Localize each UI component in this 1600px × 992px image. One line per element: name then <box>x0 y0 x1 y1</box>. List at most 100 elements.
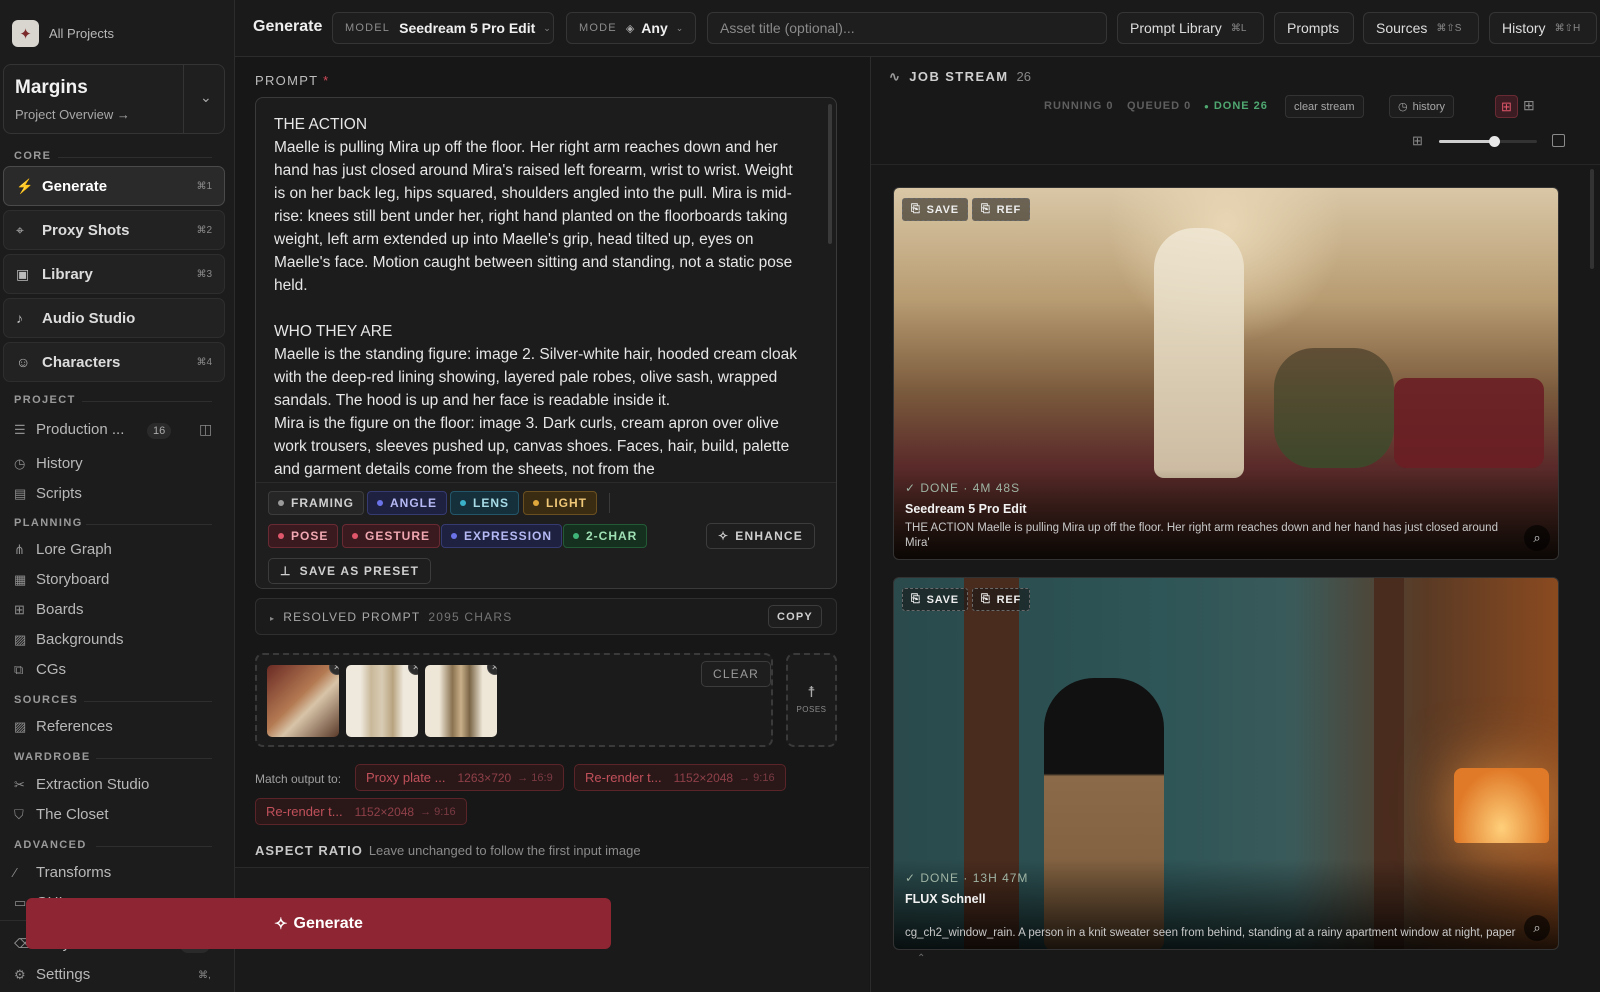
reference-thumbnail[interactable]: ✕ <box>346 665 418 737</box>
tag-pose[interactable]: POSE <box>268 524 339 548</box>
sidebar-item-proxy-shots[interactable]: ⌖ Proxy Shots ⌘2 <box>3 210 225 250</box>
zoom-slider-handle[interactable] <box>1489 136 1500 147</box>
match-chip[interactable]: Re-render t... 1152×2048 → 9:16 <box>574 764 786 791</box>
sidebar: ✦ All Projects Margins Project Overview … <box>0 0 235 992</box>
sidebar-item-transforms[interactable]: ⁄ Transforms <box>14 864 111 881</box>
save-as-preset-button[interactable]: ⊥ SAVE AS PRESET <box>268 558 432 584</box>
sidebar-item-the-closet[interactable]: ⛉ The Closet <box>14 806 109 823</box>
all-projects-link[interactable]: ✦ All Projects <box>12 20 114 47</box>
history-button[interactable]: ◷ history <box>1389 95 1455 118</box>
prompt-scrollbar[interactable] <box>828 104 832 244</box>
model-select[interactable]: MODEL Seedream 5 Pro Edit ⌄ <box>332 12 554 44</box>
bookmark-icon: ⎘ <box>911 593 921 605</box>
tag-2-char[interactable]: 2-CHAR <box>563 524 648 548</box>
sidebar-item-label: Boards <box>36 601 84 618</box>
sidebar-item-characters[interactable]: ☺ Characters ⌘4 <box>3 342 225 382</box>
tag-framing[interactable]: FRAMING <box>268 491 364 515</box>
sidebar-item-scripts[interactable]: ▤ Scripts <box>14 485 82 502</box>
reference-images-dropzone[interactable]: ✕ ✕ ✕ CLEAR <box>255 653 773 747</box>
sidebar-item-library[interactable]: ▣ Library ⌘3 <box>3 254 225 294</box>
mode-select[interactable]: MODE ◈ Any ⌄ <box>566 12 696 44</box>
history-button[interactable]: History ⌘⇧H <box>1489 12 1597 44</box>
match-chip[interactable]: Re-render t... 1152×2048 → 9:16 <box>255 798 467 825</box>
resolved-chars: 2095 CHARS <box>428 610 513 624</box>
reference-thumbnail[interactable]: ✕ <box>425 665 497 737</box>
sidebar-item-extraction-studio[interactable]: ✂ Extraction Studio <box>14 776 149 793</box>
sidebar-item-production[interactable]: ☰ Production ... <box>14 421 124 438</box>
prompt-editor[interactable]: THE ACTION Maelle is pulling Mira up off… <box>255 97 837 589</box>
project-card[interactable]: Margins Project Overview → ⌄ <box>3 64 225 134</box>
save-button[interactable]: ⎘ SAVE <box>902 588 968 611</box>
sidebar-item-history[interactable]: ◷ History <box>14 455 83 472</box>
close-icon[interactable]: ✕ <box>408 665 418 675</box>
sidebar-item-label: Library <box>42 265 93 283</box>
save-preset-label: SAVE AS PRESET <box>299 564 420 578</box>
close-icon[interactable]: ✕ <box>487 665 497 675</box>
clear-stream-button[interactable]: clear stream <box>1285 95 1364 118</box>
tag-lens[interactable]: LENS <box>450 491 520 515</box>
tag-angle[interactable]: ANGLE <box>367 491 447 515</box>
single-view-icon[interactable] <box>1552 134 1565 147</box>
sidebar-item-lore-graph[interactable]: ⋔ Lore Graph <box>14 541 112 558</box>
save-button[interactable]: ⎘ SAVE <box>902 198 968 221</box>
sidebar-item-label: Backgrounds <box>36 631 124 648</box>
sidebar-item-backgrounds[interactable]: ▨ Backgrounds <box>14 631 124 648</box>
search-icon[interactable]: ⌕ <box>1524 525 1550 551</box>
job-card[interactable]: ⎘ SAVE ⎘ REF ✓ DONE · 13H 47M FLUX Schnell… <box>893 577 1559 950</box>
sidebar-item-references[interactable]: ▨ References <box>14 718 113 735</box>
job-stream-header: ∿ JOB STREAM 26 <box>889 69 1031 85</box>
chip-name: Re-render t... <box>266 804 343 819</box>
ref-button[interactable]: ⎘ REF <box>972 588 1031 611</box>
activity-icon: ∿ <box>889 69 902 84</box>
diamond-icon: ◈ <box>625 22 635 35</box>
zoom-slider[interactable] <box>1439 136 1537 147</box>
chevron-down-icon[interactable]: ⌄ <box>200 89 212 106</box>
match-chip[interactable]: Proxy plate ... 1263×720 → 16:9 <box>355 764 564 791</box>
sidebar-item-audio-studio[interactable]: ♪ Audio Studio <box>3 298 225 338</box>
reference-thumbnail[interactable]: ✕ <box>267 665 339 737</box>
project-overview-link[interactable]: Project Overview → <box>15 107 130 122</box>
generate-button[interactable]: ✧ Generate <box>26 898 611 949</box>
aspect-ratio-hint: Leave unchanged to follow the first inpu… <box>368 843 641 858</box>
tag-expression[interactable]: EXPRESSION <box>441 524 563 548</box>
chevron-up-icon[interactable]: ⌃ <box>917 953 925 964</box>
panel-toggle-icon[interactable]: ◫ <box>199 421 212 438</box>
asset-title-input[interactable]: Asset title (optional)... <box>707 12 1107 44</box>
sidebar-item-generate[interactable]: ⚡ Generate ⌘1 <box>3 166 225 206</box>
divider <box>84 701 212 702</box>
section-core: CORE <box>14 150 52 162</box>
ref-label: REF <box>996 593 1022 606</box>
job-stream-title: JOB STREAM <box>909 69 1009 84</box>
film-icon: ▦ <box>14 571 27 587</box>
sidebar-item-label: Proxy Shots <box>42 221 130 239</box>
poses-button[interactable]: ☨ POSES <box>786 653 837 747</box>
close-icon[interactable]: ✕ <box>329 665 339 675</box>
enhance-button[interactable]: ✧ ENHANCE <box>706 523 816 549</box>
sidebar-item-label: References <box>36 718 113 735</box>
copy-button[interactable]: COPY <box>768 605 822 628</box>
grid-icon: ⊞ <box>14 601 25 617</box>
sidebar-item-cgs[interactable]: ⧉ CGs <box>14 661 66 678</box>
tag-dot <box>460 500 466 506</box>
tag-gesture[interactable]: GESTURE <box>342 524 441 548</box>
job-card[interactable]: ⎘ SAVE ⎘ REF ✓ DONE · 4M 48S Seedream 5 Pr… <box>893 187 1559 560</box>
sources-button[interactable]: Sources ⌘⇧S <box>1363 12 1479 44</box>
tag-light[interactable]: LIGHT <box>523 491 597 515</box>
stream-scrollbar[interactable] <box>1590 169 1594 269</box>
production-count-badge: 16 <box>147 423 172 439</box>
section-wardrobe: WARDROBE <box>14 751 91 763</box>
prompt-textarea[interactable]: THE ACTION Maelle is pulling Mira up off… <box>274 113 799 481</box>
clear-references-button[interactable]: CLEAR <box>701 661 772 687</box>
prompts-button[interactable]: Prompts <box>1274 12 1354 44</box>
prompt-library-button[interactable]: Prompt Library ⌘L <box>1117 12 1264 44</box>
tag-dot <box>533 500 539 506</box>
grid-view-small-icon[interactable]: ⊞ <box>1523 97 1535 114</box>
grid-view-large-icon[interactable]: ⊞ <box>1495 95 1518 118</box>
search-icon[interactable]: ⌕ <box>1524 915 1550 941</box>
sidebar-item-storyboard[interactable]: ▦ Storyboard <box>14 571 109 588</box>
ref-button[interactable]: ⎘ REF <box>972 198 1031 221</box>
resolved-prompt-panel[interactable]: ▸ RESOLVED PROMPT 2095 CHARS COPY <box>255 598 837 635</box>
bookmark-icon: ⎘ <box>981 593 991 605</box>
sidebar-item-boards[interactable]: ⊞ Boards <box>14 601 84 618</box>
sidebar-item-settings[interactable]: ⚙ Settings <box>14 966 90 983</box>
